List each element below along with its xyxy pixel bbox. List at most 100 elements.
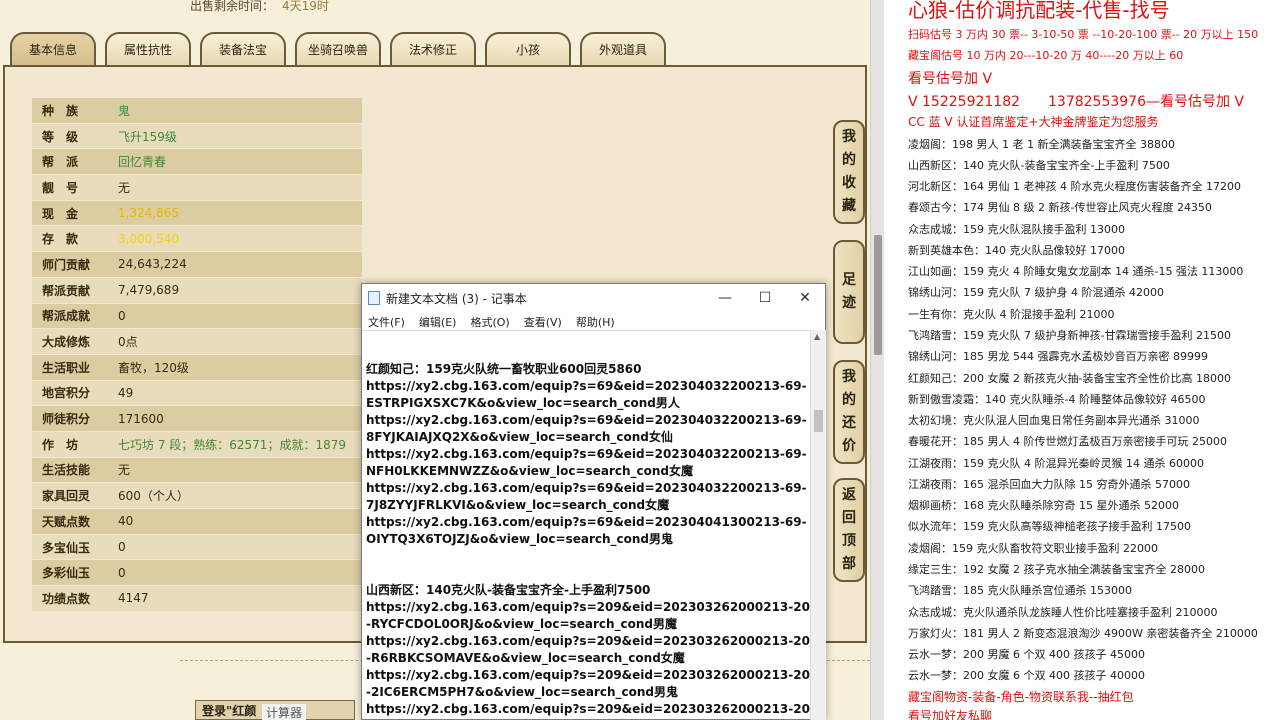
info-row: 师门贡献 24,643,224 bbox=[32, 252, 362, 278]
text-line: 8FYJKAIAJXQ2X&o&view_loc=search_cond女仙 bbox=[366, 430, 673, 444]
text-line: https://xy2.cbg.163.com/equip?s=69&eid=2… bbox=[366, 447, 807, 461]
info-row: 师徒积分 171600 bbox=[32, 406, 362, 432]
back-to-top-button[interactable]: 返回顶部 bbox=[833, 478, 865, 582]
info-row: 生活技能无 bbox=[32, 457, 362, 484]
doc-item: 太初幻境：克火队混人回血鬼日常任务副本异光通杀 31000 bbox=[908, 414, 1200, 427]
doc-item: 锦绣山河：185 男龙 544 强霹克水孟极妙音百万亲密 89999 bbox=[908, 350, 1208, 363]
tab-spells[interactable]: 法术修正 bbox=[390, 32, 476, 66]
doc-item: 江湖夜雨：165 混杀回血大力队除 15 穷奇外通杀 57000 bbox=[908, 478, 1190, 491]
minimize-button[interactable]: — bbox=[705, 290, 745, 306]
doc-item: 新到傲雪凌霜：140 克火队睡杀-4 阶睡整体品像较好 46500 bbox=[908, 393, 1206, 406]
text-line: ESTRPIGXSXC7K&o&view_loc=search_cond男人 bbox=[366, 396, 680, 410]
text-line: https://xy2.cbg.163.com/equip?s=69&eid=2… bbox=[366, 481, 807, 495]
text-line: 红颜知己：159克火队统一畜牧职业600回灵5860 bbox=[366, 362, 642, 376]
doc-item: 红颜知己：200 女魔 2 新孩克火抽-装备宝宝齐全性价比高 18000 bbox=[908, 372, 1231, 385]
tab-equipment[interactable]: 装备法宝 bbox=[200, 32, 286, 66]
doc-item: 河北新区：164 男仙 1 老神孩 4 阶水克火程度伤害装备齐全 17200 bbox=[908, 180, 1241, 193]
doc-red-line: 看号估号加 V bbox=[908, 71, 993, 87]
text-blank-line bbox=[366, 548, 810, 582]
text-line: https://xy2.cbg.163.com/equip?s=209&eid=… bbox=[366, 668, 810, 682]
text-line: https://xy2.cbg.163.com/equip?s=69&eid=2… bbox=[366, 413, 807, 427]
text-line: https://xy2.cbg.163.com/equip?s=209&eid=… bbox=[366, 702, 810, 716]
text-line: https://xy2.cbg.163.com/equip?s=209&eid=… bbox=[366, 634, 810, 648]
doc-item: 凌烟阁：198 男人 1 老 1 新全满装备宝宝齐全 38800 bbox=[908, 138, 1175, 151]
doc-item: 众志成城：克火队通杀队龙族睡人性价比哇塞接手盈利 210000 bbox=[908, 606, 1218, 619]
scrollbar-thumb[interactable] bbox=[874, 235, 882, 355]
info-row: 靓 号无 bbox=[32, 175, 362, 201]
text-line: https://xy2.cbg.163.com/equip?s=69&eid=2… bbox=[366, 515, 807, 529]
doc-item: 锦绣山河：159 克火队 7 级护身 4 阶混通杀 42000 bbox=[908, 286, 1164, 299]
info-row: 多彩仙玉 0 bbox=[32, 560, 362, 587]
doc-item: 飞鸿踏雪：159 克火队 7 级护身新神孩-甘霖瑞雪接手盈利 21500 bbox=[908, 329, 1231, 342]
notepad-scrollbar[interactable]: ▲ bbox=[810, 330, 826, 720]
notepad-window: 新建文本文档 (3) - 记事本 — ☐ ✕ 文件(F) 编辑(E) 格式(O)… bbox=[361, 283, 826, 720]
close-button[interactable]: ✕ bbox=[785, 290, 825, 306]
doc-item: 云水一梦：200 男魔 6 个双 400 孩孩子 45000 bbox=[908, 648, 1145, 661]
doc-header: 心狼-估价调抗配装-代售-找号 bbox=[908, 0, 1170, 22]
scrollbar-thumb[interactable] bbox=[814, 410, 823, 432]
info-row: 作 坊七巧坊 7 段；熟练：62571；成就：1879 bbox=[32, 431, 362, 458]
info-row: 帮 派回忆青春 bbox=[32, 149, 362, 176]
doc-footer-line: 藏宝阁物资-装备-角色-物资联系我--抽红包 bbox=[908, 690, 1134, 704]
doc-item: 新到英雄本色：140 克火队品像较好 17000 bbox=[908, 244, 1125, 257]
tab-basic-info[interactable]: 基本信息 bbox=[10, 32, 96, 66]
tab-children[interactable]: 小孩 bbox=[485, 32, 571, 66]
my-favorites-button[interactable]: 我的收藏 bbox=[833, 120, 865, 224]
tab-mounts-pets[interactable]: 坐骑召唤兽 bbox=[295, 32, 381, 66]
info-row: 功绩点数 4147 bbox=[32, 586, 362, 612]
doc-item: 众志成城：159 克火队混队接手盈利 13000 bbox=[908, 223, 1125, 236]
menu-edit[interactable]: 编辑(E) bbox=[419, 314, 457, 330]
text-line: -R6RBKCSOMAVE&o&view_loc=search_cond女魔 bbox=[366, 651, 685, 665]
info-table: 种 族鬼 等 级飞升159级 帮 派回忆青春 靓 号无 现 金 1,324,865… bbox=[32, 98, 362, 612]
info-row: 家具回灵 600（个人） bbox=[32, 483, 362, 509]
doc-item: 江山如画：159 克火 4 阶睡女鬼女龙副本 14 通杀-15 强法 11300… bbox=[908, 265, 1244, 278]
doc-item: 缘定三生：192 女魔 2 孩子克水抽全满装备宝宝齐全 28000 bbox=[908, 563, 1205, 576]
doc-item: 春颂古今：174 男仙 8 级 2 新孩-传世容止风克火程度 24350 bbox=[908, 201, 1212, 214]
doc-item: 一生有你：克火队 4 阶混接手盈利 21000 bbox=[908, 308, 1115, 321]
text-line: https://xy2.cbg.163.com/equip?s=69&eid=2… bbox=[366, 379, 807, 393]
doc-footer-line: 看号加好友私聊 bbox=[908, 709, 993, 720]
calculator-taskbar-item[interactable]: 计算器 bbox=[262, 704, 307, 720]
doc-item: 山西新区：140 克火队-装备宝宝齐全-上手盈利 7500 bbox=[908, 159, 1170, 172]
info-row: 现 金 1,324,865 bbox=[32, 200, 362, 227]
notepad-icon bbox=[368, 291, 380, 305]
tab-appearance[interactable]: 外观道具 bbox=[580, 32, 666, 66]
info-row: 大成修炼 0点 bbox=[32, 329, 362, 355]
doc-item: 春暖花开：185 男人 4 阶传世燃灯孟极百万亲密接手可玩 25000 bbox=[908, 435, 1227, 448]
notepad-titlebar[interactable]: 新建文本文档 (3) - 记事本 — ☐ ✕ bbox=[362, 284, 825, 312]
sale-time: 出售剩余时间： 4天19时 bbox=[190, 0, 329, 14]
tab-attributes[interactable]: 属性抗性 bbox=[105, 32, 191, 66]
info-row: 天赋点数 40 bbox=[32, 509, 362, 535]
game-scrollbar[interactable] bbox=[870, 0, 884, 720]
menu-file[interactable]: 文件(F) bbox=[368, 314, 405, 330]
menu-view[interactable]: 查看(V) bbox=[524, 314, 562, 330]
info-row: 多宝仙玉 0 bbox=[32, 534, 362, 561]
notepad-text-area[interactable]: 红颜知己：159克火队统一畜牧职业600回灵5860 https://xy2.c… bbox=[362, 330, 810, 720]
menu-help[interactable]: 帮助(H) bbox=[576, 314, 615, 330]
doc-item: 凌烟阁：159 克火队畜牧符文职业接手盈利 22000 bbox=[908, 542, 1158, 555]
doc-item: 似水流年：159 克火队高等级神槌老孩子接手盈利 17500 bbox=[908, 520, 1191, 533]
price-list-document: 心狼-估价调抗配装-代售-找号 扫码估号 3 万内 30 票-- 3-10-50… bbox=[884, 0, 1280, 720]
text-line: OIYTQ3X6TOJZJ&o&view_loc=search_cond男鬼 bbox=[366, 532, 674, 546]
scroll-up-icon[interactable]: ▲ bbox=[814, 332, 820, 341]
menu-format[interactable]: 格式(O) bbox=[470, 314, 509, 330]
info-row: 种 族鬼 bbox=[32, 98, 362, 124]
doc-item: 烟柳画桥：168 克火队睡杀除穷奇 15 星外通杀 52000 bbox=[908, 499, 1179, 512]
doc-red-line: CC 蓝 V 认证首席鉴定+大神金牌鉴定为您服务 bbox=[908, 115, 1159, 129]
text-line: 7J8ZYYJFRLKVI&o&view_loc=search_cond女魔 bbox=[366, 498, 670, 512]
my-counteroffer-button[interactable]: 我的还价 bbox=[833, 360, 865, 464]
sale-time-label: 出售剩余时间： bbox=[190, 0, 275, 13]
footprint-button[interactable]: 足迹 bbox=[833, 240, 865, 344]
info-row: 地宫积分 49 bbox=[32, 380, 362, 407]
info-row: 帮派成就 0 bbox=[32, 303, 362, 330]
doc-red-line: 藏宝阁估号 10 万内 20---10-20 万 40----20 万以上 60 bbox=[908, 49, 1184, 62]
maximize-button[interactable]: ☐ bbox=[745, 290, 785, 306]
doc-red-line: V 15225921182 13782553976—看号估号加 V bbox=[908, 94, 1245, 110]
info-row: 帮派贡献 7,479,689 bbox=[32, 277, 362, 304]
doc-item: 云水一梦：200 女魔 6 个双 400 孩孩子 40000 bbox=[908, 669, 1145, 682]
notepad-title: 新建文本文档 (3) - 记事本 bbox=[386, 291, 527, 306]
text-line: 山西新区：140克火队-装备宝宝齐全-上手盈利7500 bbox=[366, 583, 651, 597]
text-line: -RYCFCDOL0ORJ&o&view_loc=search_cond男魔 bbox=[366, 617, 678, 631]
info-row: 等 级飞升159级 bbox=[32, 123, 362, 150]
info-row: 存 款 3,000,540 bbox=[32, 226, 362, 253]
